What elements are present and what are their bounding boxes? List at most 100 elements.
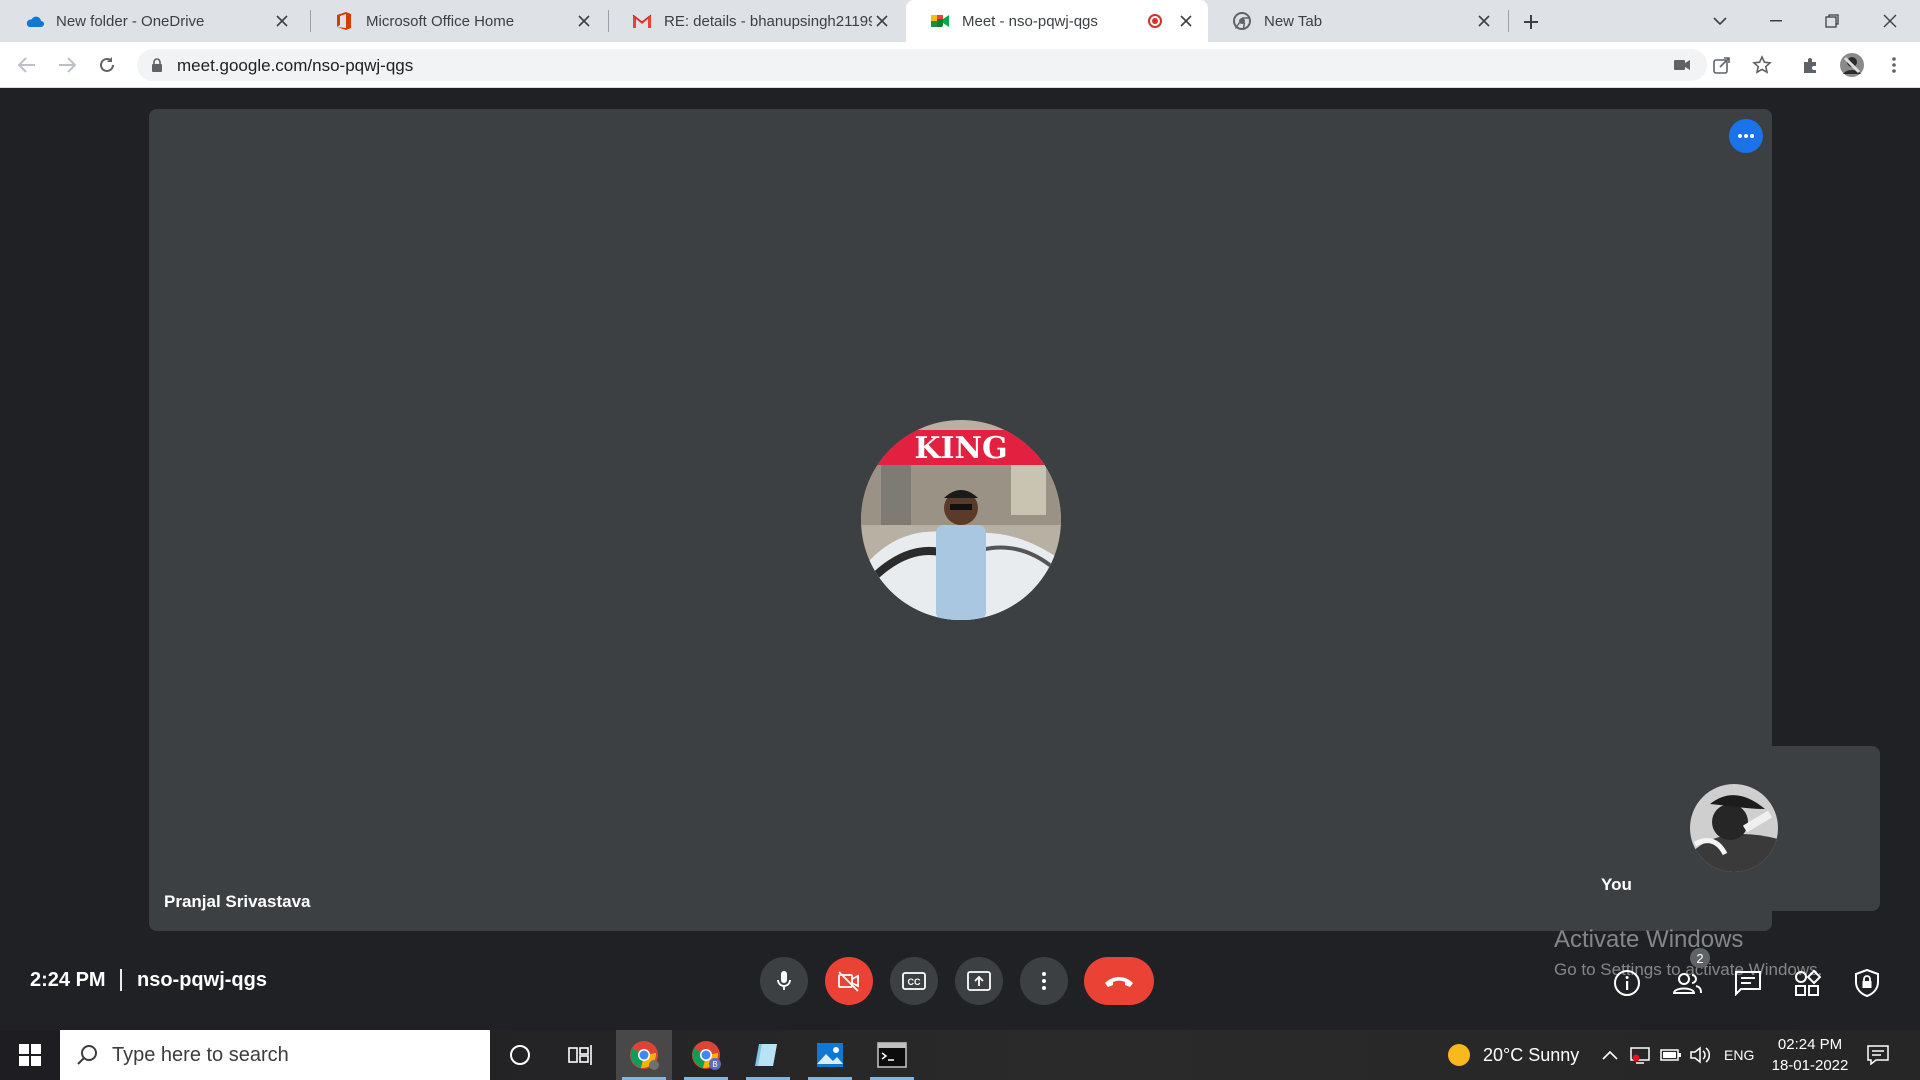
battery-icon[interactable]: [1660, 1030, 1682, 1080]
taskbar-notepad[interactable]: [740, 1030, 796, 1080]
taskbar-chrome[interactable]: [616, 1030, 672, 1080]
activities-icon: [1795, 969, 1821, 996]
host-controls-button[interactable]: [1850, 966, 1884, 1000]
info-icon: [1614, 970, 1640, 996]
microphone-button[interactable]: [760, 957, 808, 1005]
svg-text:B: B: [712, 1060, 717, 1069]
avatar-caption: KING: [914, 431, 1007, 466]
start-button[interactable]: [0, 1030, 60, 1080]
tab-office[interactable]: Microsoft Office Home: [310, 0, 606, 42]
reload-button[interactable]: [91, 49, 123, 81]
input-language-button[interactable]: ENG: [1724, 1030, 1754, 1080]
language-text: ENG: [1724, 1047, 1755, 1063]
taskbar-date[interactable]: 18-01-2022: [1764, 1057, 1856, 1074]
browser-toolbar: meet.google.com/nso-pqwj-qgs: [0, 42, 1920, 88]
volume-icon[interactable]: [1690, 1030, 1710, 1080]
back-button[interactable]: [11, 49, 43, 81]
participants-count-badge: 2: [1690, 948, 1710, 968]
chat-button[interactable]: [1731, 966, 1765, 1000]
minimize-icon: [1770, 20, 1782, 22]
notifications-button[interactable]: [1867, 1030, 1889, 1080]
more-horizontal-icon: [1738, 134, 1754, 138]
chrome-menu-icon[interactable]: [1880, 51, 1908, 79]
taskbar-time[interactable]: 02:24 PM: [1770, 1036, 1850, 1053]
plus-icon: [1524, 15, 1538, 29]
meet-presenting-tray-icon[interactable]: [1630, 1030, 1650, 1080]
more-options-button[interactable]: [1020, 957, 1068, 1005]
tab-title: RE: details - bhanupsingh21199@: [664, 12, 872, 30]
end-call-icon: [1105, 977, 1133, 987]
arrow-right-icon: [59, 57, 76, 73]
tab-gmail[interactable]: RE: details - bhanupsingh21199@: [608, 0, 904, 42]
photos-icon: [817, 1043, 843, 1067]
new-tab-button[interactable]: [1518, 9, 1544, 35]
gmail-icon: [632, 11, 652, 31]
microphone-icon: [777, 971, 791, 990]
chevron-up-icon: [1602, 1050, 1618, 1060]
address-bar[interactable]: meet.google.com/nso-pqwj-qgs: [137, 49, 1707, 81]
restore-button[interactable]: [1804, 0, 1860, 42]
tab-meet[interactable]: Meet - nso-pqwj-qgs: [906, 0, 1208, 42]
url-text[interactable]: meet.google.com/nso-pqwj-qgs: [177, 56, 413, 76]
share-icon[interactable]: [1708, 51, 1736, 79]
task-view-icon: [568, 1045, 592, 1065]
meet-icon: [930, 11, 950, 31]
weather-widget[interactable]: 20°C Sunny: [1447, 1030, 1579, 1080]
search-placeholder[interactable]: Type here to search: [112, 1044, 289, 1067]
cortana-button[interactable]: [492, 1030, 548, 1080]
present-screen-button[interactable]: [955, 957, 1003, 1005]
more-vertical-icon: [1042, 972, 1046, 990]
weather-text: 20°C Sunny: [1483, 1044, 1580, 1065]
taskbar-search-box[interactable]: Type here to search: [60, 1030, 490, 1080]
extensions-puzzle-icon[interactable]: [1797, 51, 1825, 79]
chrome-icon: [1232, 11, 1252, 31]
close-icon[interactable]: [574, 11, 594, 31]
captions-button[interactable]: CC: [890, 957, 938, 1005]
svg-text:CC: CC: [908, 977, 921, 987]
camera-toggle-button[interactable]: [825, 957, 873, 1005]
close-icon[interactable]: [1176, 11, 1196, 31]
close-icon[interactable]: [272, 11, 292, 31]
forward-button[interactable]: [51, 49, 83, 81]
participant-avatar: KING: [861, 420, 1061, 620]
close-window-button[interactable]: [1862, 0, 1918, 42]
chat-icon: [1735, 971, 1761, 996]
taskbar-chrome-profile-b[interactable]: B: [678, 1030, 734, 1080]
self-avatar: [1690, 784, 1778, 872]
people-button[interactable]: [1671, 966, 1705, 1000]
taskbar-terminal[interactable]: [864, 1030, 920, 1080]
meeting-code: nso-pqwj-qgs: [137, 969, 267, 991]
bookmark-star-icon[interactable]: [1748, 51, 1776, 79]
camera-off-icon: [838, 971, 859, 992]
display-icon: [1630, 1047, 1650, 1064]
shield-lock-icon: [1855, 969, 1879, 997]
task-view-button[interactable]: [552, 1030, 608, 1080]
meeting-details-button[interactable]: [1610, 966, 1644, 1000]
tab-strip: New folder - OneDrive Microsoft Office H…: [0, 0, 1920, 42]
notepad-icon: [755, 1044, 777, 1066]
minimize-button[interactable]: [1748, 0, 1804, 42]
reload-icon: [100, 57, 114, 72]
search-icon: [77, 1045, 97, 1065]
divider: [120, 969, 122, 991]
tab-new-tab[interactable]: New Tab: [1208, 0, 1506, 42]
tile-more-options-button[interactable]: [1729, 119, 1763, 153]
sun-icon: [1448, 1044, 1470, 1066]
profile-avatar[interactable]: [1838, 51, 1866, 79]
chrome-icon: B: [692, 1041, 721, 1070]
lock-icon[interactable]: [151, 58, 163, 72]
notification-icon: [1867, 1045, 1889, 1065]
tab-title: New Tab: [1264, 12, 1323, 30]
leave-call-button[interactable]: [1084, 957, 1154, 1005]
windows-taskbar: Type here to search B 20°C Sunny ENG 02:…: [0, 1030, 1920, 1080]
tab-search-button[interactable]: [1692, 0, 1748, 42]
arrow-left-icon: [18, 57, 35, 73]
activities-button[interactable]: [1790, 966, 1824, 1000]
show-hidden-icons-button[interactable]: [1602, 1030, 1618, 1080]
close-icon[interactable]: [1474, 11, 1494, 31]
close-icon[interactable]: [872, 11, 892, 31]
taskbar-photos[interactable]: [802, 1030, 858, 1080]
camera-in-use-icon[interactable]: [1668, 51, 1696, 79]
recording-indicator-icon: [1148, 14, 1162, 28]
tab-onedrive[interactable]: New folder - OneDrive: [0, 0, 304, 42]
